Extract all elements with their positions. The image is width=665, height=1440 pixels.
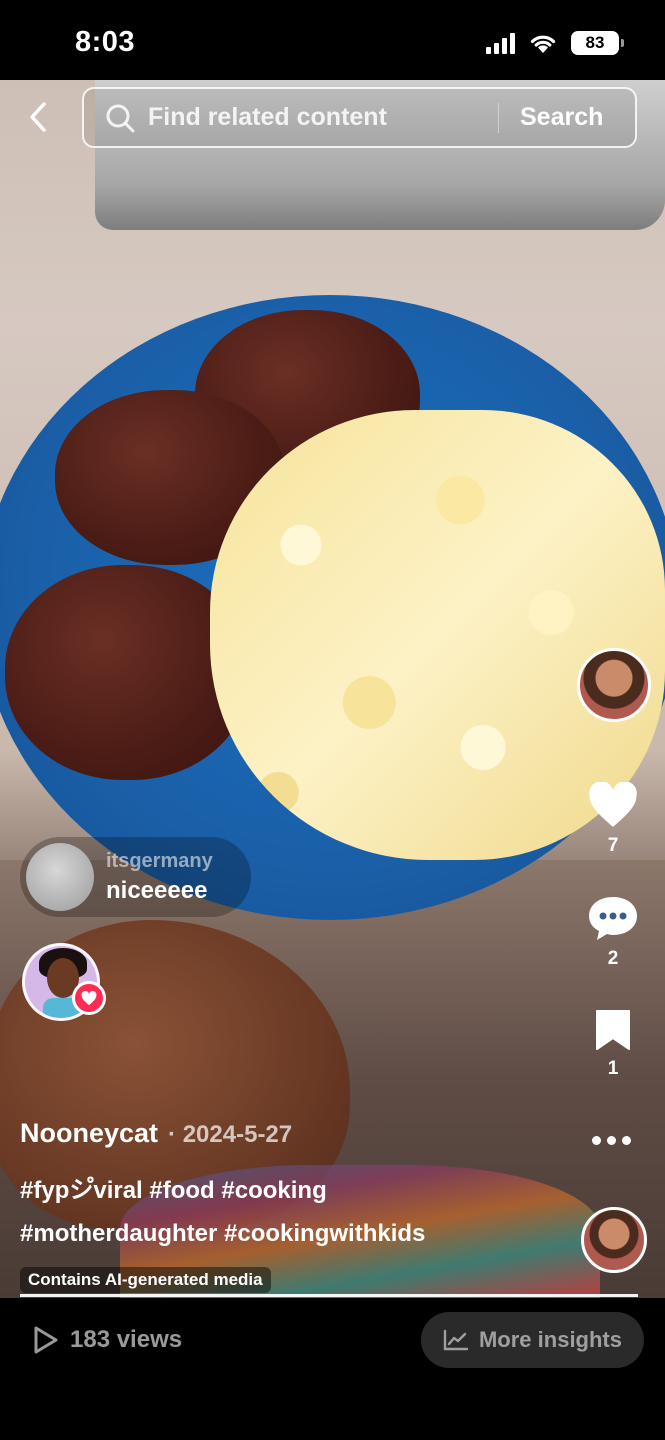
comment-action[interactable]: 2 <box>585 894 641 970</box>
status-bar: 8:03 83 <box>0 0 665 80</box>
bookmark-icon <box>596 1010 630 1050</box>
creator-name[interactable]: Nooneycat <box>20 1118 158 1149</box>
chevron-left-icon <box>30 102 46 132</box>
cellular-signal-icon <box>486 32 515 54</box>
floating-avatar[interactable] <box>577 648 651 722</box>
ai-generated-badge: Contains AI-generated media <box>20 1267 271 1293</box>
like-count: 7 <box>607 835 619 856</box>
hashtags-line-2[interactable]: #motherdaughter #cookingwithkids <box>20 1212 580 1255</box>
hashtags[interactable]: #fypシ゚viral #food #cooking #motherdaught… <box>20 1169 580 1255</box>
creator-line: Nooneycat · 2024-5-27 <box>20 1118 580 1149</box>
hashtags-line-1[interactable]: #fypシ゚viral #food #cooking <box>20 1169 580 1212</box>
like-action[interactable]: 7 <box>585 782 641 857</box>
chart-icon <box>443 1329 469 1351</box>
search-divider <box>498 102 499 133</box>
search-icon <box>106 104 135 132</box>
status-indicators: 83 <box>486 31 624 55</box>
status-time: 8:03 <box>75 26 136 58</box>
video-progress-bar[interactable] <box>20 1294 638 1297</box>
comment-bubble-icon <box>589 897 637 940</box>
comment-count: 2 <box>607 948 619 969</box>
follow-badge[interactable] <box>72 981 106 1015</box>
battery-icon: 83 <box>571 31 624 55</box>
music-disc[interactable] <box>581 1207 647 1273</box>
back-button[interactable] <box>18 95 58 139</box>
heart-icon <box>589 782 637 827</box>
more-insights-button[interactable]: More insights <box>421 1312 644 1368</box>
save-count: 1 <box>607 1058 619 1079</box>
views-label: 183 views <box>70 1326 183 1353</box>
search-input[interactable] <box>148 103 488 132</box>
caption-block: Nooneycat · 2024-5-27 #fypシ゚viral #food … <box>20 1118 580 1293</box>
wifi-icon <box>530 35 556 53</box>
play-icon <box>34 1326 58 1354</box>
search-bar[interactable]: Search <box>82 87 637 148</box>
save-action[interactable]: 1 <box>585 1008 641 1080</box>
comment-text: itsgermany niceeeee <box>106 850 213 905</box>
heart-icon <box>81 990 97 1005</box>
comment-username: itsgermany <box>106 849 213 872</box>
video-player[interactable] <box>0 80 665 1298</box>
bottom-bar: 183 views More insights <box>0 1298 665 1440</box>
video-progress-fill <box>20 1294 638 1297</box>
comment-preview[interactable]: itsgermany niceeeee <box>20 837 251 917</box>
commenter-avatar <box>26 843 94 911</box>
comment-body: niceeeee <box>106 876 208 904</box>
search-button[interactable]: Search <box>520 103 603 132</box>
views-count: 183 views <box>32 1325 182 1355</box>
post-date: · 2024-5-27 <box>168 1121 293 1148</box>
more-insights-label: More insights <box>478 1327 622 1352</box>
more-options-icon[interactable] <box>592 1136 631 1145</box>
